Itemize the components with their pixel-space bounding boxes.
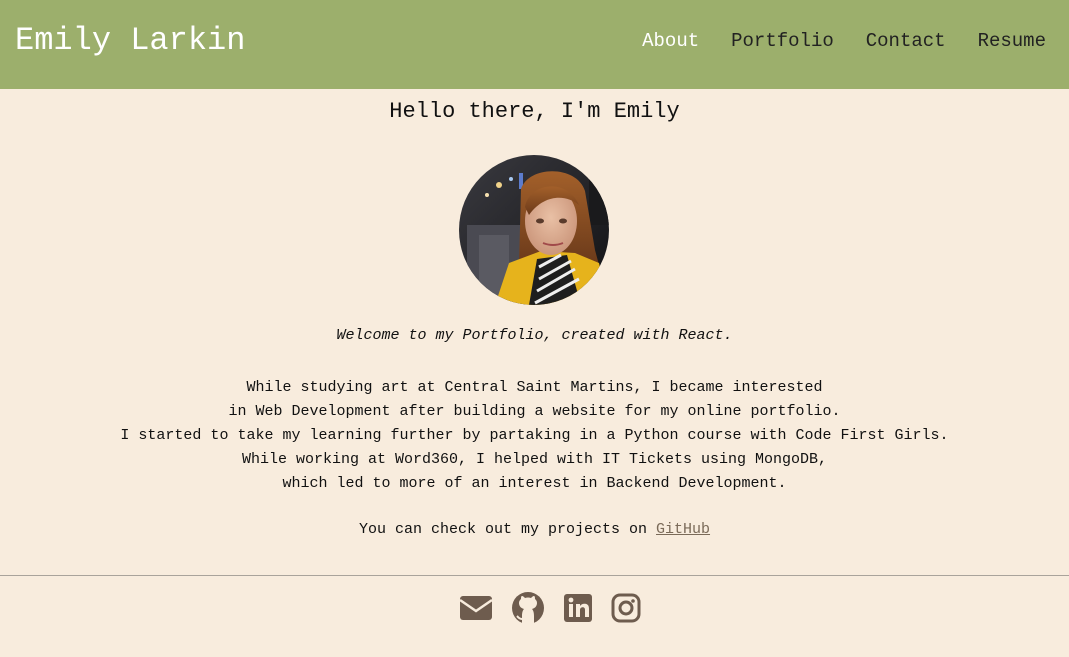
- nav-resume[interactable]: Resume: [978, 29, 1046, 53]
- github-icon[interactable]: [511, 591, 545, 625]
- nav-contact[interactable]: Contact: [866, 29, 946, 53]
- bio-line: While working at Word360, I helped with …: [241, 451, 828, 468]
- profile-photo: [459, 155, 609, 305]
- linkedin-icon[interactable]: [562, 591, 594, 625]
- envelope-icon[interactable]: [459, 591, 493, 625]
- page-heading: Hello there, I'm Emily: [389, 99, 680, 124]
- main-nav: About Portfolio Contact Resume: [642, 29, 1046, 53]
- instagram-icon[interactable]: [610, 591, 642, 625]
- bio-line: which led to more of an interest in Back…: [282, 475, 787, 492]
- social-links: [459, 591, 642, 625]
- bio-paragraph: While studying art at Central Saint Mart…: [0, 376, 1069, 496]
- bio-line: I started to take my learning further by…: [120, 427, 949, 444]
- bio-line: in Web Development after building a webs…: [228, 403, 841, 420]
- nav-portfolio[interactable]: Portfolio: [731, 29, 834, 53]
- welcome-text: Welcome to my Portfolio, created with Re…: [336, 327, 733, 344]
- site-header: Emily Larkin About Portfolio Contact Res…: [0, 0, 1069, 89]
- footer-divider: [0, 575, 1069, 576]
- projects-prefix: You can check out my projects on: [358, 521, 657, 538]
- projects-line: You can check out my projects on GitHub: [0, 520, 1069, 540]
- github-link[interactable]: GitHub: [656, 521, 710, 538]
- site-brand[interactable]: Emily Larkin: [15, 22, 245, 60]
- bio-line: While studying art at Central Saint Mart…: [246, 379, 823, 396]
- nav-about[interactable]: About: [642, 29, 699, 53]
